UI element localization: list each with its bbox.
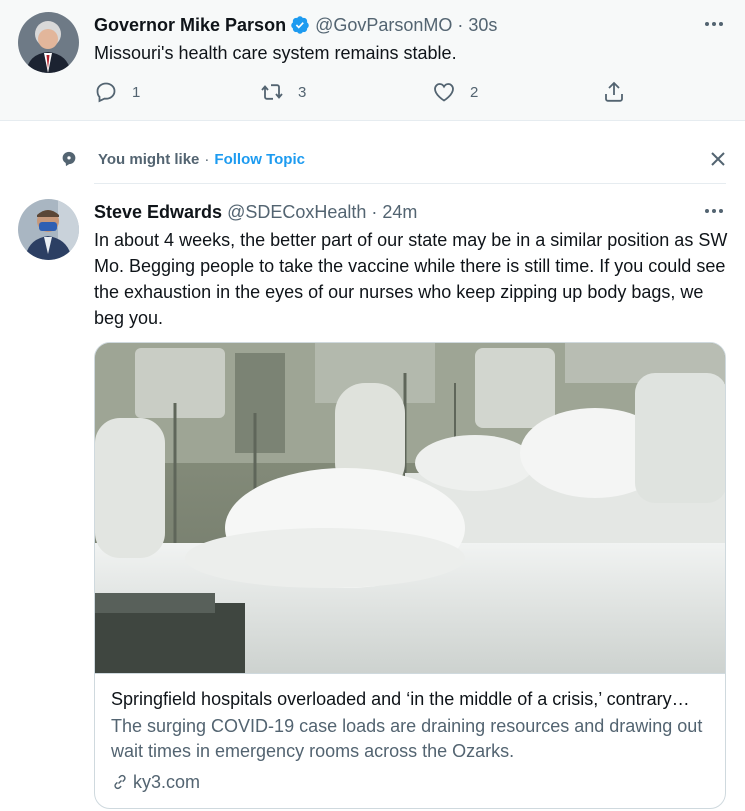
topic-icon [62, 151, 76, 167]
tweet-text: Missouri's health care system remains st… [94, 43, 457, 63]
more-options-icon[interactable] [702, 12, 726, 36]
like-button[interactable]: 2 [432, 80, 478, 104]
topic-suggestion: You might like · Follow Topic [60, 147, 305, 171]
tweet-author-handle[interactable]: @GovParsonMO [315, 13, 452, 37]
article-domain: ky3.com [111, 770, 711, 794]
card-text: Springfield hospitals overloaded and ‘in… [95, 673, 725, 808]
steve-edwards-avatar[interactable] [18, 199, 79, 260]
follow-topic-link[interactable]: Follow Topic [214, 151, 305, 168]
article-image[interactable] [95, 343, 725, 673]
retweet-count: 3 [298, 83, 307, 101]
domain-text: ky3.com [133, 772, 201, 792]
reply-count: 1 [132, 83, 141, 101]
retweet-icon [261, 84, 283, 100]
tweet-timestamp[interactable]: · 24m [371, 200, 417, 224]
share-icon [605, 81, 623, 102]
verified-badge-icon [290, 15, 310, 35]
more-options-icon[interactable] [702, 199, 726, 223]
like-count: 2 [470, 83, 479, 101]
close-icon[interactable] [706, 147, 730, 171]
governor-avatar[interactable] [18, 12, 79, 73]
link-preview-card[interactable]: Springfield hospitals overloaded and ‘in… [94, 342, 726, 809]
tweet-actions: 1 3 2 [94, 80, 634, 106]
tweet-author-name[interactable]: Governor Mike Parson [94, 13, 286, 37]
article-description: The surging COVID-19 case loads are drai… [111, 716, 703, 761]
tweet-governor[interactable]: Governor Mike Parson @GovParsonMO · 30s … [0, 0, 745, 121]
tweet-author-name[interactable]: Steve Edwards [94, 200, 222, 224]
share-button[interactable] [602, 80, 626, 104]
retweet-button[interactable]: 3 [260, 80, 306, 104]
reply-icon [96, 82, 116, 103]
tweet-text: In about 4 weeks, the better part of our… [94, 230, 728, 328]
divider [94, 183, 726, 184]
heart-icon [434, 83, 454, 102]
tweet-timestamp[interactable]: · 30s [457, 13, 497, 37]
topic-separator: · [204, 150, 210, 168]
link-icon [114, 774, 126, 790]
reply-button[interactable]: 1 [94, 80, 140, 104]
article-title[interactable]: Springfield hospitals overloaded and ‘in… [111, 686, 711, 712]
you-might-like-label: You might like [98, 150, 200, 168]
tweet-author-handle[interactable]: @SDECoxHealth [227, 200, 366, 224]
